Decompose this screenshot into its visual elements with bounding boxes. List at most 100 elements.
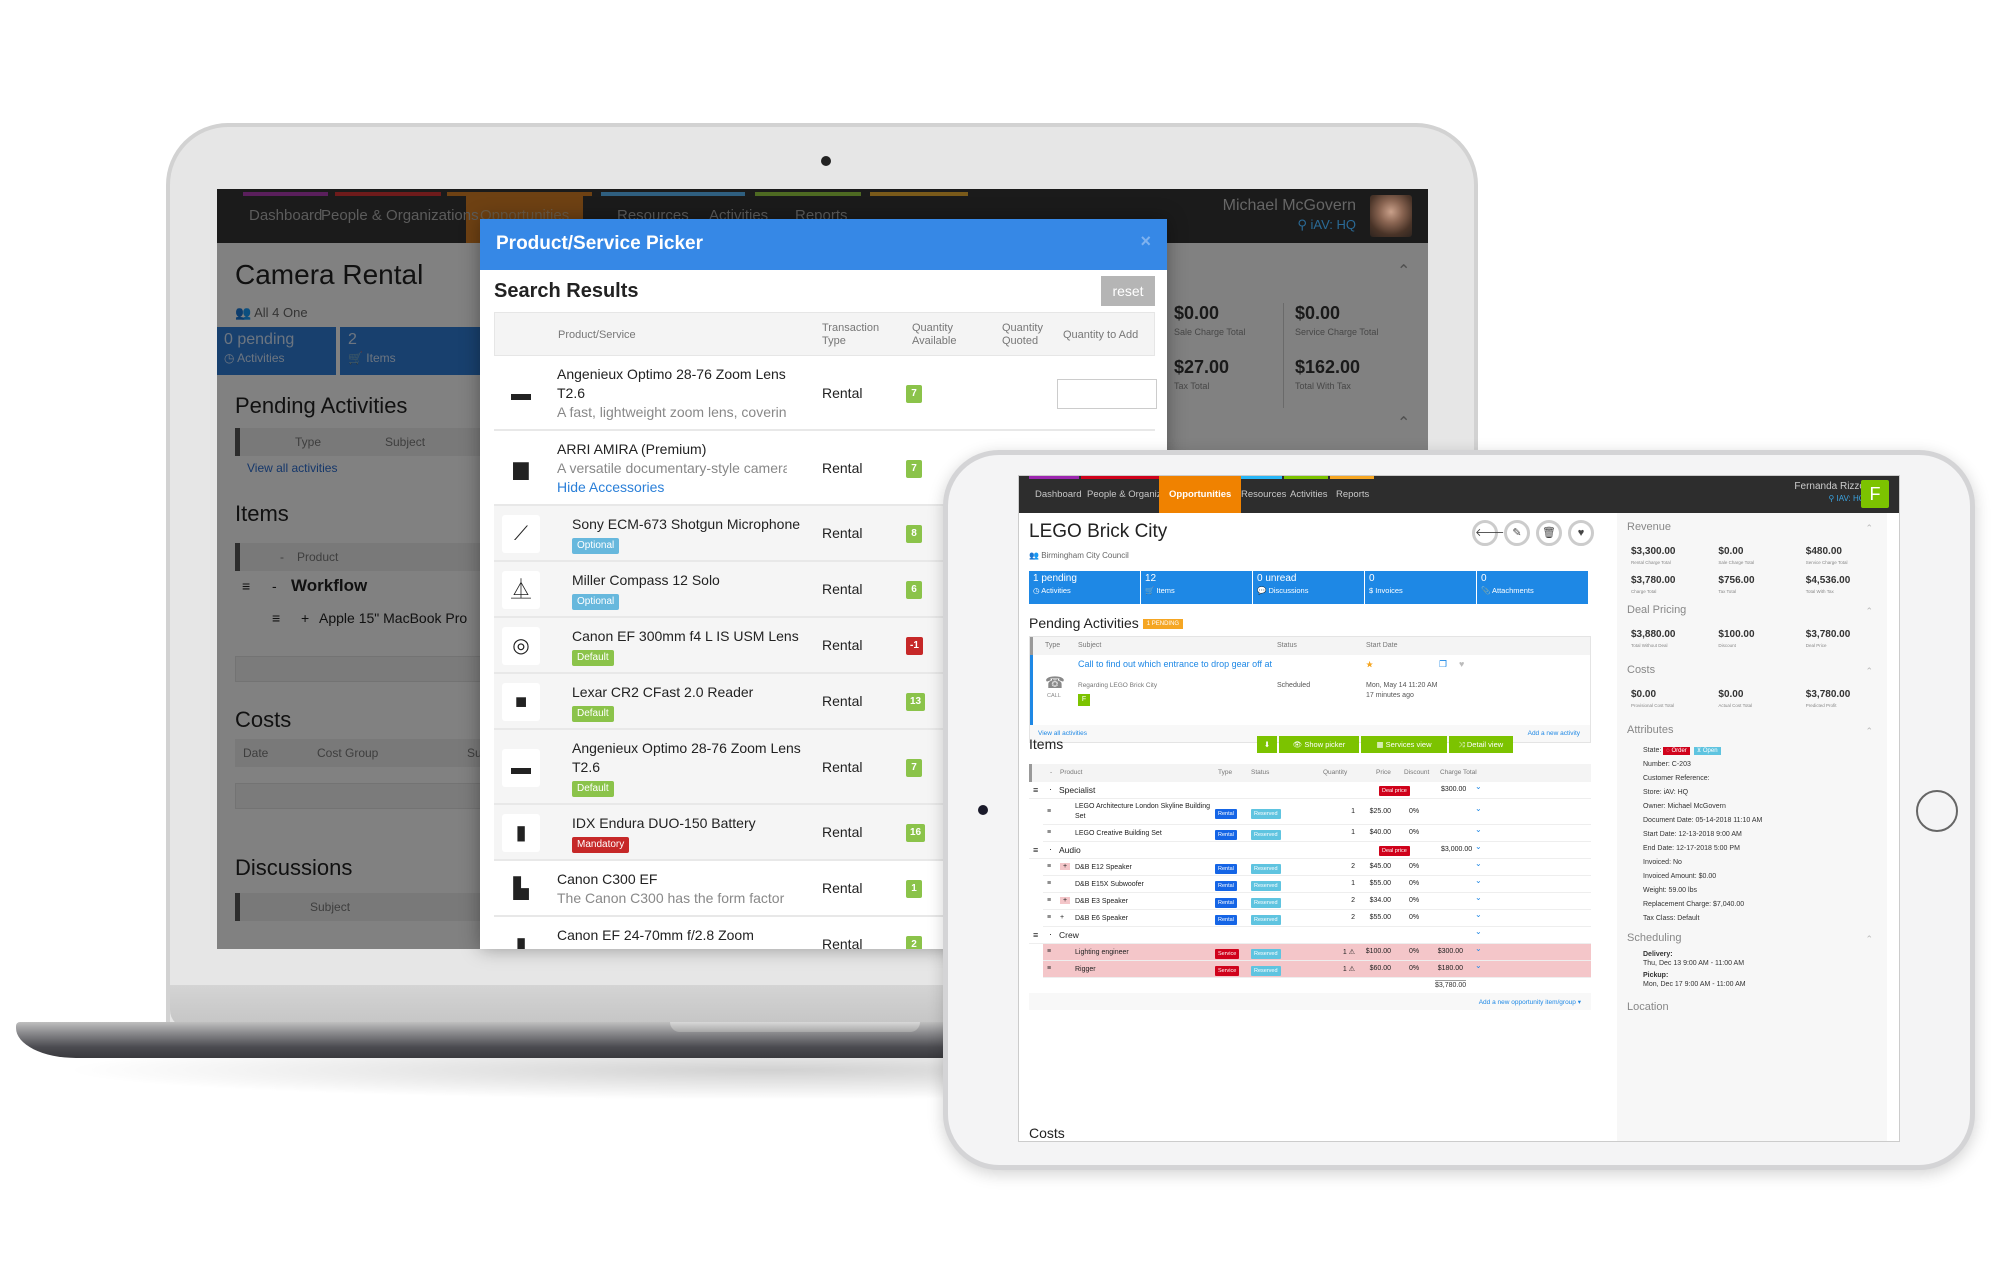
user-store[interactable]: ⚲ iAV: HQ bbox=[1223, 217, 1356, 233]
item-row[interactable]: ≡ LEGO Creative Building Set Rental Reserve… bbox=[1043, 825, 1591, 842]
stat-activities[interactable]: 1 pending ◷ Activities bbox=[1029, 571, 1140, 604]
drag-handle-icon[interactable]: ≡ bbox=[1047, 948, 1051, 955]
heart-icon[interactable]: ♥ bbox=[1459, 659, 1464, 669]
organization-link[interactable]: 👥 Birmingham City Council bbox=[1029, 551, 1129, 560]
product-title[interactable]: Angenieux Optimo 28-76 Zoom Lens T2.6 bbox=[572, 739, 802, 777]
drag-handle-icon[interactable]: ≡ bbox=[1047, 965, 1051, 972]
collapse-toggle[interactable]: · bbox=[1049, 929, 1052, 939]
drag-handle-icon[interactable]: ≡ bbox=[1047, 880, 1051, 887]
collapse-toggle[interactable]: · bbox=[1049, 844, 1052, 854]
drag-handle-icon[interactable]: ≡ bbox=[1047, 914, 1051, 921]
nav-dashboard[interactable]: Dashboard bbox=[249, 207, 322, 224]
search-results-heading: Search Results bbox=[494, 280, 639, 302]
chevron-down-icon[interactable]: ⌄ bbox=[1475, 944, 1482, 953]
picker-row[interactable]: ▬ Angenieux Optimo 28-76 Zoom Lens T2.6 A … bbox=[494, 356, 1157, 431]
item-price: $45.00 bbox=[1369, 863, 1391, 870]
item-row[interactable]: ≡ Rigger Service Reserved 1 ⚠ $60.00 0% $180.00… bbox=[1043, 961, 1591, 978]
item-group-specialist[interactable]: ≡ · Specialist Deal price $300.00 ⌄ bbox=[1029, 782, 1591, 799]
drag-handle-icon[interactable]: ≡ bbox=[1047, 829, 1051, 836]
assignee-avatar[interactable]: F bbox=[1078, 694, 1090, 706]
expand-toggle[interactable]: + bbox=[1060, 897, 1071, 904]
items-table: - Product Type Status Quantity Price Dis… bbox=[1029, 764, 1591, 1010]
chevron-down-icon[interactable]: ⌄ bbox=[1475, 927, 1482, 936]
drag-handle-icon[interactable]: ≡ bbox=[1047, 897, 1051, 904]
avatar[interactable]: F bbox=[1861, 480, 1889, 508]
drag-handle-icon[interactable]: ≡ bbox=[1033, 930, 1038, 940]
product-title[interactable]: Canon C300 EF bbox=[557, 870, 787, 889]
drag-handle-icon[interactable]: ≡ bbox=[1033, 845, 1038, 855]
chevron-down-icon[interactable]: ⌄ bbox=[1475, 961, 1482, 970]
expand-toggle[interactable]: + bbox=[1060, 863, 1071, 870]
services-view-button[interactable]: ▦ Services view bbox=[1361, 736, 1447, 753]
stat-attachments[interactable]: 0 📎 Attachments bbox=[1477, 571, 1588, 604]
transaction-type: Rental bbox=[822, 525, 863, 541]
avatar[interactable] bbox=[1370, 195, 1412, 237]
detail-view-button[interactable]: ⤨ Detail view bbox=[1449, 736, 1513, 753]
nav-resources[interactable]: Resources bbox=[1241, 489, 1286, 500]
item-group-crew[interactable]: ≡ · Crew ⌄ bbox=[1029, 927, 1591, 944]
close-icon[interactable]: × bbox=[1140, 231, 1151, 252]
product-title[interactable]: Lexar CR2 CFast 2.0 Reader bbox=[572, 683, 802, 702]
chevron-down-icon[interactable]: ⌄ bbox=[1475, 825, 1482, 834]
product-title[interactable]: Angenieux Optimo 28-76 Zoom Lens T2.6 bbox=[557, 365, 787, 403]
product-title[interactable]: Canon EF 24-70mm f/2.8 Zoom Lens bbox=[557, 926, 787, 949]
stat-items[interactable]: 12 🛒 Items bbox=[1141, 571, 1252, 604]
collapse-chevron-icon[interactable]: ⌃ bbox=[1865, 523, 1873, 534]
chevron-down-icon[interactable]: ⌄ bbox=[1475, 876, 1482, 885]
chevron-down-icon[interactable]: ⌄ bbox=[1475, 910, 1482, 919]
item-row[interactable]: ≡ + D&B E6 Speaker Rental Reserved 2 $55.00 0% ⌄ bbox=[1043, 910, 1591, 927]
activity-subject-link[interactable]: Call to find out which entrance to drop … bbox=[1078, 659, 1272, 669]
user-store[interactable]: ⚲ IAV: HQ bbox=[1794, 494, 1865, 503]
ipad-user-info[interactable]: Fernanda Rizzo ⚲ IAV: HQ bbox=[1794, 481, 1865, 503]
download-button[interactable]: ⬇ bbox=[1257, 736, 1277, 753]
add-item-link[interactable]: Add a new opportunity item/group ▾ bbox=[1479, 998, 1581, 1006]
drag-handle-icon[interactable]: ≡ bbox=[1033, 785, 1038, 795]
collapse-chevron-icon[interactable]: ⌃ bbox=[1865, 606, 1873, 617]
nav-reports[interactable]: Reports bbox=[1336, 489, 1369, 500]
activity-row[interactable]: ☎ CALL Call to find out which entrance t… bbox=[1030, 655, 1590, 727]
expand-toggle[interactable]: + bbox=[1060, 914, 1064, 921]
item-row[interactable]: ≡ LEGO Architecture London Skyline Buildi… bbox=[1043, 799, 1591, 825]
nav-activities[interactable]: Activities bbox=[1290, 489, 1327, 500]
item-group-audio[interactable]: ≡ · Audio Deal price $3,000.00 ⌄ bbox=[1029, 842, 1591, 859]
product-title[interactable]: Canon EF 300mm f4 L IS USM Lens bbox=[572, 627, 802, 646]
collapse-chevron-icon[interactable]: ⌃ bbox=[1865, 934, 1873, 945]
nav-people-organizations[interactable]: People & Organizations bbox=[321, 207, 479, 224]
stat-discussions[interactable]: 0 unread 💬 Discussions bbox=[1253, 571, 1364, 604]
chevron-down-icon[interactable]: ⌄ bbox=[1475, 782, 1482, 791]
nav-dashboard[interactable]: Dashboard bbox=[1035, 489, 1081, 500]
item-row[interactable]: ≡ D&B E15X Subwoofer Rental Reserved 1 $55.00… bbox=[1043, 876, 1591, 893]
hide-accessories-link[interactable]: Hide Accessories bbox=[557, 478, 787, 497]
collapse-chevron-icon[interactable]: ⌃ bbox=[1865, 666, 1873, 677]
chevron-down-icon[interactable]: ⌄ bbox=[1475, 893, 1482, 902]
product-title[interactable]: Sony ECM-673 Shotgun Microphone bbox=[572, 515, 802, 534]
edit-icon[interactable]: ✎ bbox=[1504, 520, 1530, 546]
back-icon[interactable]: 🡐 bbox=[1472, 520, 1505, 546]
quantity-to-add-input[interactable] bbox=[1057, 378, 1157, 409]
item-row[interactable]: ≡ Lighting engineer Service Reserved 1 ⚠ $100… bbox=[1043, 944, 1591, 961]
stat-invoices[interactable]: 0 $ Invoices bbox=[1365, 571, 1476, 604]
product-title[interactable]: Miller Compass 12 Solo bbox=[572, 571, 802, 590]
star-empty-icon[interactable]: ☆ bbox=[1366, 660, 1373, 669]
chevron-down-icon[interactable]: ⌄ bbox=[1475, 842, 1482, 851]
favorite-icon[interactable]: ♥ bbox=[1568, 520, 1594, 546]
type-tag: Rental bbox=[1215, 864, 1237, 874]
add-activity-link[interactable]: Add a new activity bbox=[1528, 730, 1580, 737]
product-title[interactable]: ARRI AMIRA (Premium) bbox=[557, 440, 787, 459]
collapse-chevron-icon[interactable]: ⌃ bbox=[1865, 726, 1873, 737]
reset-button[interactable]: reset bbox=[1101, 276, 1155, 306]
delete-icon[interactable]: 🗑 bbox=[1536, 520, 1562, 546]
product-title[interactable]: IDX Endura DUO-150 Battery bbox=[572, 814, 802, 833]
copy-icon[interactable]: ❐ bbox=[1439, 659, 1447, 670]
chevron-down-icon[interactable]: ⌄ bbox=[1475, 859, 1482, 868]
collapse-toggle[interactable]: · bbox=[1049, 784, 1052, 794]
item-row[interactable]: ≡ + D&B E12 Speaker Rental Reserved 2 $45.00 0%… bbox=[1043, 859, 1591, 876]
laptop-user-info[interactable]: Michael McGovern ⚲ iAV: HQ bbox=[1223, 197, 1356, 233]
chevron-down-icon[interactable]: ⌄ bbox=[1475, 804, 1482, 813]
item-row[interactable]: ≡ + D&B E3 Speaker Rental Reserved 2 $34.00 0% ⌄ bbox=[1043, 893, 1591, 910]
show-picker-button[interactable]: 👁 Show picker bbox=[1279, 736, 1359, 753]
drag-handle-icon[interactable]: ≡ bbox=[1047, 863, 1051, 870]
drag-handle-icon[interactable]: ≡ bbox=[1047, 808, 1051, 815]
nav-opportunities[interactable]: Opportunities bbox=[1159, 476, 1242, 513]
costs-heading: Costs bbox=[1029, 1125, 1065, 1141]
